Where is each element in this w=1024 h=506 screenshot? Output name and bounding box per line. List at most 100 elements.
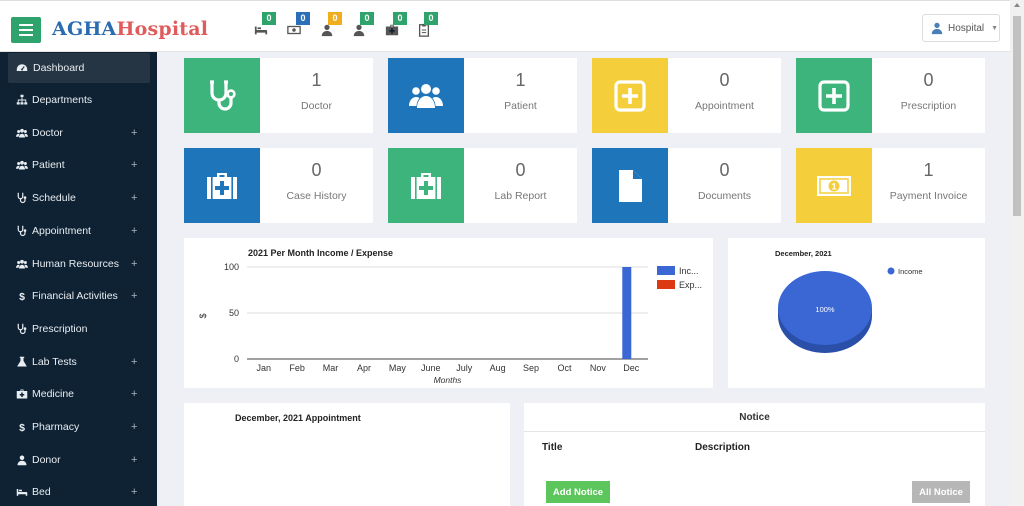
sidebar-item-label: Patient (32, 159, 65, 172)
sidebar-item-departments[interactable]: Departments (0, 85, 157, 115)
x-tick-label: June (421, 363, 441, 373)
sidebar-item-label: Prescription (32, 322, 88, 335)
stat-card-appointment[interactable]: 0 Appointment (592, 58, 781, 133)
flask-icon (16, 356, 28, 368)
x-tick-label: Dec (623, 363, 640, 373)
stat-count: 0 (515, 160, 526, 180)
sidebar-item-label: Doctor (32, 126, 63, 139)
user-icon[interactable] (352, 23, 366, 37)
x-tick-label: Aug (490, 363, 506, 373)
all-notice-button[interactable]: All Notice (912, 481, 970, 503)
sidebar-item-appointment[interactable]: Appointment + (0, 216, 157, 246)
x-tick-label: Jan (256, 363, 271, 373)
stat-label: Case History (286, 190, 347, 202)
stat-count: 1 (515, 70, 526, 90)
pie-title: December, 2021 (775, 249, 832, 258)
add-notice-button[interactable]: Add Notice (546, 481, 610, 503)
appointment-calendar-panel: December, 2021 Appointment (184, 403, 510, 506)
medkit-icon (184, 148, 260, 223)
stat-label: Patient (504, 100, 537, 112)
stat-card-case-history[interactable]: 0 Case History (184, 148, 373, 223)
app-logo[interactable]: AGHAHospital (52, 18, 208, 40)
stat-count: 1 (923, 160, 934, 180)
sidebar-item-schedule[interactable]: Schedule + (0, 183, 157, 213)
y-tick-label: 0 (234, 354, 239, 364)
user-label: Hospital (948, 22, 985, 34)
y-tick-label: 100 (224, 262, 239, 272)
file-icon (592, 148, 668, 223)
dashboard-icon (16, 62, 28, 74)
notice-panel-title: Notice (739, 412, 770, 423)
user-menu-button[interactable]: Hospital ▼ (922, 14, 1000, 42)
notification-count-badge: 0 (262, 12, 276, 25)
expand-plus-icon[interactable]: + (131, 127, 137, 139)
sidebar-item-label: Appointment (32, 224, 91, 237)
x-axis-label: Months (434, 375, 463, 385)
stat-card-payment-invoice[interactable]: 1 1 Payment Invoice (796, 148, 985, 223)
expand-plus-icon[interactable]: + (131, 356, 137, 368)
user-icon[interactable] (320, 23, 334, 37)
x-tick-label: July (456, 363, 473, 373)
expand-plus-icon[interactable]: + (131, 192, 137, 204)
scroll-thumb[interactable] (1013, 16, 1021, 216)
expand-plus-icon[interactable]: + (131, 421, 137, 433)
pie-slice-label: 100% (815, 305, 835, 314)
expand-plus-icon[interactable]: + (131, 454, 137, 466)
expand-plus-icon[interactable]: + (131, 225, 137, 237)
stat-card-patient[interactable]: 1 Patient (388, 58, 577, 133)
sidebar-item-financial-activities[interactable]: Financial Activities + (0, 281, 157, 311)
expand-plus-icon[interactable]: + (131, 290, 137, 302)
users-icon (388, 58, 464, 133)
stat-label: Doctor (301, 100, 332, 112)
sidebar-item-prescription[interactable]: Prescription (0, 314, 157, 344)
stat-card-prescription[interactable]: 0 Prescription (796, 58, 985, 133)
sidebar-item-bed[interactable]: Bed + (0, 477, 157, 506)
stat-card-lab-report[interactable]: 0 Lab Report (388, 148, 577, 223)
notice-column-description: Description (695, 442, 751, 453)
notification-count-badge: 0 (296, 12, 310, 25)
sidebar-item-dashboard[interactable]: Dashboard (8, 53, 150, 83)
menu-toggle-button[interactable] (11, 17, 41, 43)
x-tick-label: Apr (357, 363, 371, 373)
stethoscope-icon (16, 225, 28, 237)
bar[interactable] (622, 267, 632, 359)
notification-count-badge: 0 (424, 12, 438, 25)
sidebar-item-label: Financial Activities (32, 290, 118, 303)
stat-card-documents[interactable]: 0 Documents (592, 148, 781, 223)
medkit-icon (16, 388, 28, 400)
stat-count: 0 (311, 160, 322, 180)
legend-label: Exp... (679, 280, 702, 290)
medkit-icon[interactable] (385, 23, 399, 37)
sidebar-item-lab-tests[interactable]: Lab Tests + (0, 347, 157, 377)
sidebar-item-label: Schedule (32, 192, 76, 205)
sidebar-item-pharmacy[interactable]: Pharmacy + (0, 412, 157, 442)
expand-plus-icon[interactable]: + (131, 388, 137, 400)
expand-plus-icon[interactable]: + (131, 159, 137, 171)
sidebar-item-label: Bed (32, 486, 51, 499)
stethoscope-icon (16, 323, 28, 335)
medkit-icon (388, 148, 464, 223)
expand-plus-icon[interactable]: + (131, 258, 137, 270)
income-pie-chart: December, 2021 100% Income (775, 249, 923, 353)
legend-swatch (657, 280, 675, 289)
sidebar-item-donor[interactable]: Donor + (0, 445, 157, 475)
dollar-icon (16, 290, 28, 302)
legend-label: Inc... (679, 266, 699, 276)
x-tick-label: Sep (523, 363, 539, 373)
sidebar-item-human-resources[interactable]: Human Resources + (0, 249, 157, 279)
sidebar-item-patient[interactable]: Patient + (0, 150, 157, 180)
money-icon[interactable] (287, 23, 301, 37)
scroll-up-arrow-icon[interactable] (1014, 3, 1020, 7)
income-expense-chart: 2021 Per Month Income / Expense 0 50 100 $ Ja… (198, 248, 702, 385)
users-icon (16, 127, 28, 139)
stat-label: Prescription (900, 100, 957, 112)
chevron-down-icon: ▼ (991, 24, 999, 32)
sidebar-item-medicine[interactable]: Medicine + (0, 379, 157, 409)
clipboard-icon[interactable] (417, 23, 431, 37)
bed-icon[interactable] (254, 23, 268, 37)
plus-square-icon (592, 58, 668, 133)
sidebar-item-doctor[interactable]: Doctor + (0, 118, 157, 148)
notification-count-badge: 0 (328, 12, 342, 25)
expand-plus-icon[interactable]: + (131, 486, 137, 498)
stat-card-doctor[interactable]: 1 Doctor (184, 58, 373, 133)
